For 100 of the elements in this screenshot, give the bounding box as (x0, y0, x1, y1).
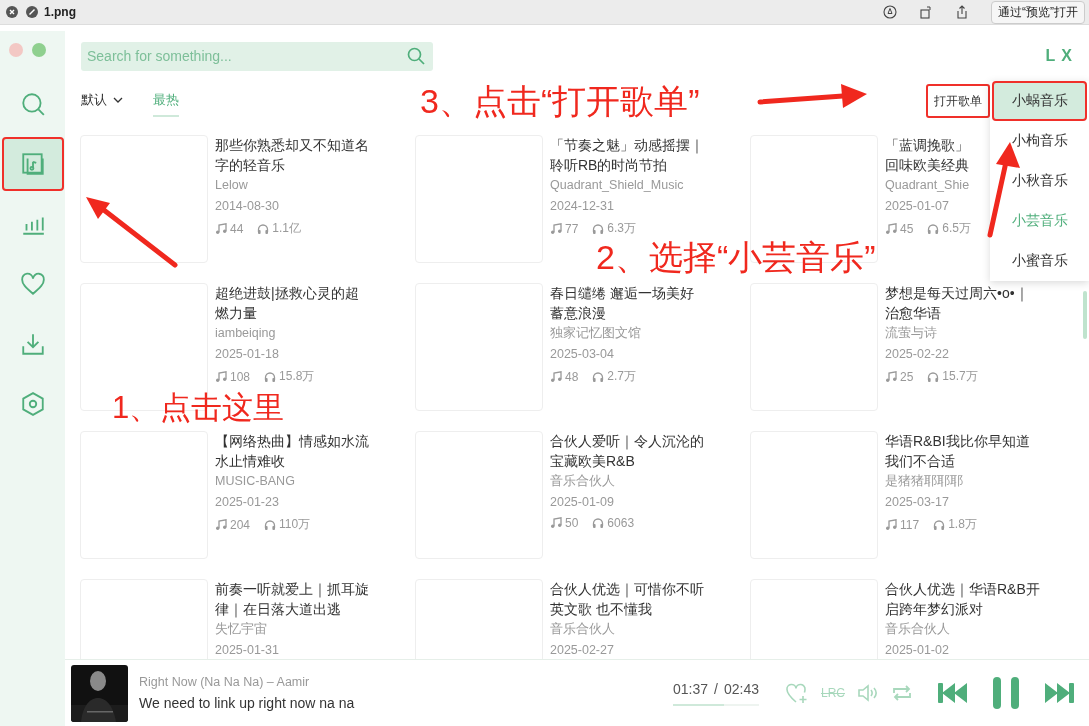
music-note-icon (550, 517, 562, 529)
close-icon[interactable] (6, 6, 18, 18)
source-menu-item[interactable]: 小蜗音乐 (992, 81, 1087, 121)
pause-button[interactable] (991, 677, 1021, 709)
next-button[interactable] (1043, 682, 1075, 704)
music-note-icon (215, 518, 227, 531)
playlist-title[interactable]: 【网络热曲】情感如水流 水止情难收 (215, 431, 369, 471)
sort-dropdown[interactable]: 默认 (81, 85, 123, 117)
annotation-text: 1、点击这里 (112, 392, 285, 423)
lyric-line: We need to link up right now na na (139, 695, 356, 711)
song-count: 48 (550, 368, 579, 385)
file-name: 1.png (44, 5, 76, 19)
playlist-date: 2025-01-07 (885, 198, 949, 215)
song-count: 77 (550, 220, 579, 237)
playlist-author: 音乐合伙人 (550, 473, 615, 490)
volume-button[interactable] (857, 683, 879, 703)
headphones-icon (927, 370, 940, 383)
playlist-author: iambeiqing (215, 325, 276, 342)
playlist-title[interactable]: 「节奏之魅」动感摇摆｜ 聆听RB的时尚节拍 (550, 135, 704, 175)
music-list-icon (19, 151, 46, 177)
caret-icon (113, 97, 123, 103)
search-icon (19, 91, 46, 117)
playlist-author: MUSIC-BANG (215, 473, 295, 490)
music-note-icon (215, 370, 227, 383)
playlist-author: 独家记忆图文馆 (550, 325, 641, 342)
open-in-preview-button[interactable]: 通过“预览”打开 (991, 0, 1085, 24)
music-note-icon (885, 222, 897, 235)
play-count: 6.5万 (927, 220, 972, 237)
playlist-title[interactable]: 合伙人优选｜可惜你不听 英文歌 也不懂我 (550, 579, 704, 619)
play-count: 2.7万 (592, 368, 637, 385)
blocked-icon (26, 6, 38, 18)
time-separator: / (714, 680, 718, 697)
play-count: 1.1亿 (257, 220, 302, 237)
headphones-icon (264, 370, 277, 383)
music-note-icon (885, 370, 897, 383)
download-icon (19, 331, 46, 357)
playlist-date: 2025-02-22 (885, 346, 949, 363)
playlist-title[interactable]: 超绝进鼓|拯救心灵的超 燃力量 (215, 283, 359, 323)
source-menu-item[interactable]: 小秋音乐 (992, 161, 1087, 201)
song-count: 108 (215, 368, 251, 385)
playlist-date: 2025-01-09 (550, 494, 614, 511)
song-count: 45 (885, 220, 914, 237)
music-note-icon (885, 518, 897, 531)
headphones-icon (592, 517, 605, 529)
music-note-icon (550, 222, 562, 235)
playlist-author: 流萤与诗 (885, 325, 937, 342)
playlist-date: 2025-02-27 (550, 642, 614, 659)
headphones-icon (592, 370, 605, 383)
source-menu-item[interactable]: 小枸音乐 (992, 121, 1087, 161)
playlist-title[interactable]: 合伙人优选｜华语R&B开 启跨年梦幻派对 (885, 579, 1040, 619)
song-count: 50 (550, 516, 579, 530)
open-playlist-button[interactable]: 打开歌单 (926, 84, 990, 118)
playlist-date: 2025-01-31 (215, 642, 279, 659)
progress-bar[interactable] (673, 703, 759, 706)
playlist-title[interactable]: 梦想是每天过周六•o•｜ 治愈华语 (885, 283, 1029, 323)
headphones-icon (257, 222, 270, 235)
headphones-icon (592, 222, 605, 235)
playlist-title[interactable]: 春日缱绻 邂逅一场美好 蓄意浪漫 (550, 283, 694, 323)
song-count: 117 (885, 516, 920, 533)
song-title: Right Now (Na Na Na) – Aamir (139, 675, 311, 689)
search-field[interactable]: Search for something... (81, 41, 433, 71)
settings-icon (19, 391, 46, 417)
playlist-date: 2025-01-18 (215, 346, 279, 363)
headphones-icon (933, 518, 946, 531)
elapsed-time: 01:37 (673, 680, 709, 697)
scrollbar-thumb[interactable] (1083, 291, 1087, 339)
play-count: 6.3万 (592, 220, 637, 237)
playlist-title[interactable]: 前奏一听就爱上｜抓耳旋 律｜在日落大道出逃 (215, 579, 369, 619)
playlist-author: Lelow (215, 177, 248, 194)
headphones-icon (264, 518, 277, 531)
cover-placeholder[interactable] (80, 135, 208, 263)
playlist-author: Quadrant_Shie (885, 177, 970, 194)
search-icon[interactable] (407, 47, 425, 65)
sidebar-item[interactable] (1, 137, 64, 191)
playlist-date: 2025-03-04 (550, 346, 614, 363)
play-count: 15.8万 (264, 368, 315, 385)
song-count: 44 (215, 220, 244, 237)
playlist-title[interactable]: 那些你熟悉却又不知道名 字的轻音乐 (215, 135, 369, 175)
playlist-date: 2025-01-23 (215, 494, 279, 511)
playlist-date: 2024-12-31 (550, 198, 614, 215)
music-note-icon (215, 222, 227, 235)
repeat-button[interactable] (891, 683, 913, 703)
zoom-window-button[interactable] (32, 43, 46, 57)
headphones-icon (927, 222, 940, 235)
playlist-title[interactable]: 合伙人爱听｜令人沉沦的 宝藏欧美R&B (550, 431, 704, 471)
playlist-author: Quadrant_Shield_Music (550, 177, 684, 194)
playlist-title[interactable]: 华语R&BI我比你早知道 我们不合适 (885, 431, 1030, 471)
playlist-author: 音乐合伙人 (885, 621, 950, 638)
source-menu-item[interactable]: 小蜜音乐 (992, 241, 1087, 281)
playlist-date: 2014-08-30 (215, 198, 279, 215)
add-favorite-button[interactable] (785, 682, 809, 704)
pen-icon[interactable] (883, 5, 897, 19)
playlist-title[interactable]: 「蓝调挽歌」 回味欧美经典 (885, 135, 969, 175)
playlist-author: 失忆宇宙 (215, 621, 267, 638)
previous-button[interactable] (937, 682, 969, 704)
share-icon[interactable] (955, 5, 969, 19)
close-window-button[interactable] (9, 43, 23, 57)
play-count: 110万 (264, 516, 311, 533)
heart-icon (19, 271, 46, 297)
rotate-icon[interactable] (919, 5, 933, 19)
